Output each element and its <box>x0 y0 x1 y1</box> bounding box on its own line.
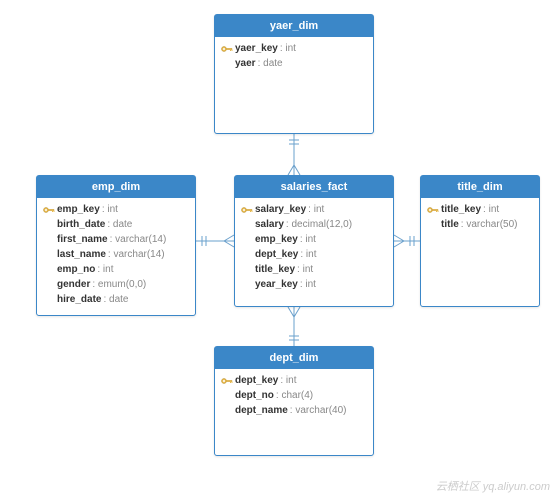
column-type: : int <box>300 234 316 245</box>
table-body: salary_key: intsalary: decimal(12,0)emp_… <box>235 198 393 300</box>
column-type: : int <box>280 43 296 54</box>
column-name: yaer_key <box>235 43 278 54</box>
table-body: emp_key: intbirth_date: datefirst_name: … <box>37 198 195 315</box>
key-icon <box>427 205 439 215</box>
column-row: yaer: date <box>221 56 367 71</box>
column-type: : decimal(12,0) <box>286 219 352 230</box>
table-salaries_fact[interactable]: salaries_factsalary_key: intsalary: deci… <box>234 175 394 307</box>
key-cell <box>221 44 235 54</box>
key-icon <box>43 205 55 215</box>
column-name: last_name <box>57 249 106 260</box>
table-body: yaer_key: intyaer: date <box>215 37 373 79</box>
column-name: gender <box>57 279 90 290</box>
table-header: title_dim <box>421 176 539 198</box>
column-name: salary <box>255 219 284 230</box>
table-yaer_dim[interactable]: yaer_dimyaer_key: intyaer: date <box>214 14 374 134</box>
table-body: title_key: inttitle: varchar(50) <box>421 198 539 240</box>
table-header: salaries_fact <box>235 176 393 198</box>
key-icon <box>221 44 233 54</box>
column-type: : varchar(14) <box>110 234 167 245</box>
column-type: : int <box>300 249 316 260</box>
key-icon <box>221 376 233 386</box>
column-type: : int <box>308 204 324 215</box>
column-name: dept_name <box>235 405 288 416</box>
key-icon <box>241 205 253 215</box>
column-row: dept_key: int <box>221 373 367 388</box>
key-cell <box>43 205 57 215</box>
column-name: hire_date <box>57 294 101 305</box>
column-row: salary: decimal(12,0) <box>241 217 387 232</box>
column-type: : int <box>280 375 296 386</box>
column-name: title_key <box>441 204 481 215</box>
column-name: title <box>441 219 459 230</box>
column-type: : date <box>107 219 132 230</box>
column-row: salary_key: int <box>241 202 387 217</box>
column-name: yaer <box>235 58 256 69</box>
column-row: birth_date: date <box>43 217 189 232</box>
column-row: dept_name: varchar(40) <box>221 403 367 418</box>
column-type: : int <box>97 264 113 275</box>
column-name: dept_no <box>235 390 274 401</box>
table-dept_dim[interactable]: dept_dimdept_key: intdept_no: char(4)dep… <box>214 346 374 456</box>
column-name: birth_date <box>57 219 105 230</box>
column-row: title: varchar(50) <box>427 217 533 232</box>
column-row: dept_no: char(4) <box>221 388 367 403</box>
column-name: first_name <box>57 234 108 245</box>
column-type: : int <box>483 204 499 215</box>
column-name: year_key <box>255 279 298 290</box>
column-row: year_key: int <box>241 277 387 292</box>
column-type: : date <box>258 58 283 69</box>
erd-canvas: { "watermark": "云栖社区 yq.aliyun.com", "ta… <box>0 0 560 500</box>
column-row: emp_key: int <box>241 232 387 247</box>
column-type: : varchar(40) <box>290 405 347 416</box>
column-row: gender: emum(0,0) <box>43 277 189 292</box>
key-cell <box>241 205 255 215</box>
key-cell <box>221 376 235 386</box>
column-row: last_name: varchar(14) <box>43 247 189 262</box>
column-row: title_key: int <box>427 202 533 217</box>
watermark: 云栖社区 yq.aliyun.com <box>436 478 550 494</box>
column-name: emp_key <box>255 234 298 245</box>
key-cell <box>427 205 441 215</box>
column-type: : varchar(50) <box>461 219 518 230</box>
table-body: dept_key: intdept_no: char(4)dept_name: … <box>215 369 373 426</box>
column-name: emp_no <box>57 264 95 275</box>
column-type: : emum(0,0) <box>92 279 146 290</box>
column-type: : int <box>300 279 316 290</box>
column-row: emp_no: int <box>43 262 189 277</box>
column-name: dept_key <box>255 249 298 260</box>
column-type: : varchar(14) <box>108 249 165 260</box>
column-type: : date <box>103 294 128 305</box>
column-name: dept_key <box>235 375 278 386</box>
table-header: dept_dim <box>215 347 373 369</box>
column-row: title_key: int <box>241 262 387 277</box>
column-name: emp_key <box>57 204 100 215</box>
column-type: : int <box>297 264 313 275</box>
column-row: emp_key: int <box>43 202 189 217</box>
column-name: title_key <box>255 264 295 275</box>
column-type: : int <box>102 204 118 215</box>
table-header: emp_dim <box>37 176 195 198</box>
column-row: hire_date: date <box>43 292 189 307</box>
table-emp_dim[interactable]: emp_dimemp_key: intbirth_date: datefirst… <box>36 175 196 316</box>
column-row: yaer_key: int <box>221 41 367 56</box>
table-title_dim[interactable]: title_dimtitle_key: inttitle: varchar(50… <box>420 175 540 307</box>
column-row: first_name: varchar(14) <box>43 232 189 247</box>
table-header: yaer_dim <box>215 15 373 37</box>
column-row: dept_key: int <box>241 247 387 262</box>
column-name: salary_key <box>255 204 306 215</box>
column-type: : char(4) <box>276 390 313 401</box>
